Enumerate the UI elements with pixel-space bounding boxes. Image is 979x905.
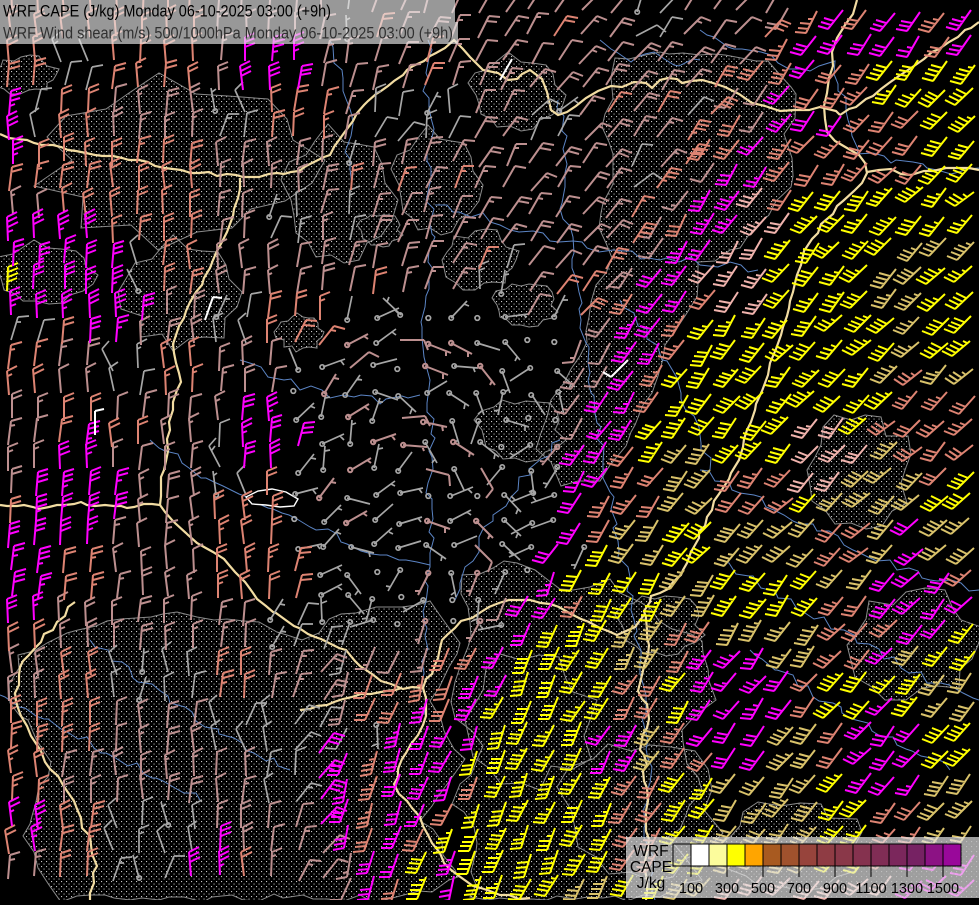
- svg-text:100: 100: [679, 881, 703, 897]
- svg-text:WRF: WRF: [633, 843, 668, 860]
- svg-text:500: 500: [751, 881, 775, 897]
- svg-text:1300: 1300: [891, 881, 923, 897]
- svg-text:1500: 1500: [927, 881, 959, 897]
- svg-text:1100: 1100: [855, 881, 886, 897]
- svg-text:700: 700: [787, 881, 811, 897]
- svg-text:WRF CAPE (J/kg) Monday 06-10-2: WRF CAPE (J/kg) Monday 06-10-2025 03:00 …: [3, 2, 331, 21]
- svg-text:J/kg: J/kg: [637, 875, 665, 892]
- svg-text:300: 300: [715, 881, 739, 897]
- svg-text:900: 900: [823, 881, 847, 897]
- svg-text:CAPE: CAPE: [630, 859, 672, 876]
- svg-text:WRF Wind shear (m/s) 500/1000h: WRF Wind shear (m/s) 500/1000hPa Monday …: [3, 24, 453, 43]
